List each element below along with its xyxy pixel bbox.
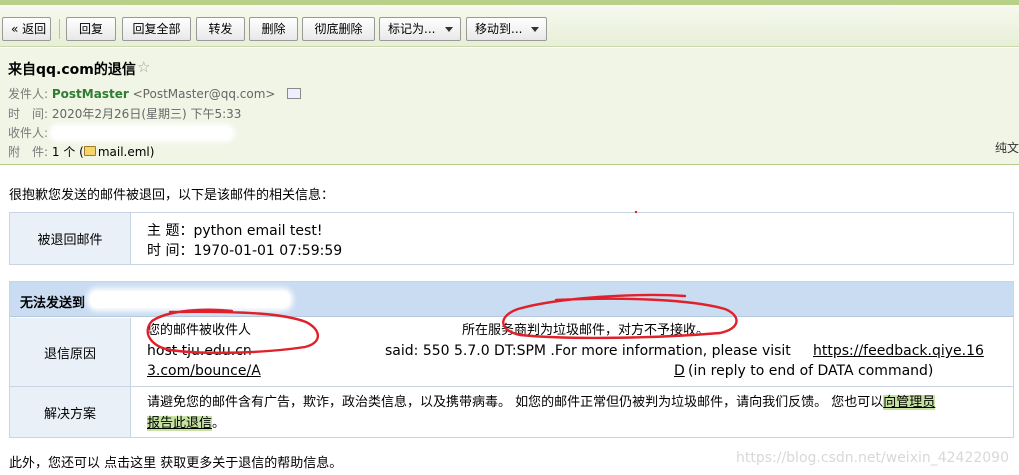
- reason-content: 您的邮件被收件人 所在服务商判为垃圾邮件，对方不予接收。 host tju.ed…: [132, 321, 1002, 381]
- time-label: 时 间:: [8, 107, 49, 121]
- time-row: 时 间: 2020年2月26日(星期三) 下午5:33: [8, 105, 241, 122]
- move-to-dropdown[interactable]: 移动到...: [466, 17, 547, 41]
- solution-end: 。: [212, 416, 226, 431]
- attachment-row: 附 件: 1 个 ( mail.eml): [8, 143, 154, 160]
- solution-label: 解决方案: [10, 387, 131, 437]
- reason-label: 退信原因: [10, 318, 131, 386]
- reply-button[interactable]: 回复: [66, 17, 116, 41]
- back-button[interactable]: « 返回: [2, 17, 51, 41]
- delete-permanently-button[interactable]: 彻底删除: [302, 17, 375, 41]
- reason-text-a: 您的邮件被收件人: [147, 323, 252, 338]
- star-icon[interactable]: ☆: [137, 58, 150, 76]
- reason-text-b: 所在服务商判为垃圾邮件，对方不予接收。: [462, 323, 710, 338]
- redacted-recipient: [51, 127, 232, 139]
- time-value: 2020年2月26日(星期三) 下午5:33: [51, 107, 242, 121]
- reason-host: host tju.edu.cn: [147, 343, 252, 359]
- attachment-icon: [83, 146, 96, 156]
- plain-text-toggle[interactable]: 纯文: [995, 139, 1019, 156]
- mail-header: 来自qq.com的退信 ☆ 发件人: PostMaster <PostMaste…: [0, 48, 1019, 165]
- redacted-address: [90, 291, 290, 308]
- reason-smtp: said: 550 5.7.0 DT:SPM .For more informa…: [385, 343, 791, 359]
- move-to-label: 移动到...: [475, 22, 523, 36]
- forward-button[interactable]: 转发: [196, 17, 245, 41]
- undeliverable-label: 无法发送到: [20, 296, 86, 311]
- report-admin-link[interactable]: 向管理员: [883, 395, 936, 410]
- returned-time: 时 间：1970-01-01 07:59:59: [147, 243, 343, 259]
- sender-row: 发件人: PostMaster <PostMaster@qq.com>: [8, 85, 302, 102]
- feedback-link-part1[interactable]: https://feedback.qiye.16: [813, 341, 984, 361]
- feedback-link-tail[interactable]: D: [674, 361, 685, 381]
- recipient-row: 收件人:: [8, 124, 232, 141]
- solution-text: 请避免您的邮件含有广告，欺诈，政治类信息，以及携带病毒。 如您的邮件正常但仍被判…: [147, 395, 884, 410]
- sender-label: 发件人:: [8, 87, 49, 101]
- redacted-link: [265, 364, 665, 378]
- delete-button[interactable]: 删除: [249, 17, 298, 41]
- mail-subject: 来自qq.com的退信: [8, 62, 136, 78]
- sender-address: <PostMaster@qq.com>: [132, 87, 276, 101]
- attachment-file[interactable]: mail.eml: [98, 145, 150, 159]
- footer-suffix: 获取更多关于退信的帮助信息。: [156, 456, 343, 471]
- reason-line-1: 您的邮件被收件人 所在服务商判为垃圾邮件，对方不予接收。: [147, 321, 1002, 341]
- bounce-intro: 很抱歉您发送的邮件被退回，以下是该邮件的相关信息：: [9, 188, 335, 203]
- attachment-label: 附 件:: [8, 145, 49, 159]
- report-bounce-link[interactable]: 报告此退信: [147, 416, 213, 431]
- feedback-link-part2[interactable]: 3.com/bounce/A: [147, 363, 261, 379]
- mail-toolbar: « 返回 回复 回复全部 转发 删除 彻底删除 标记为... 移动到...: [0, 5, 1019, 47]
- solution-content: 请避免您的邮件含有广告，欺诈，政治类信息，以及携带病毒。 如您的邮件正常但仍被判…: [132, 392, 1002, 434]
- reason-line-2: host tju.edu.cn said: 550 5.7.0 DT:SPM .…: [147, 341, 1002, 361]
- reason-line-3: 3.com/bounce/A D (in reply to end of DAT…: [147, 361, 1002, 381]
- redacted-host: [255, 344, 385, 358]
- returned-mail-table: 被退回邮件 主 题：python email test! 时 间：1970-01…: [9, 212, 1014, 265]
- row-divider: [10, 386, 1013, 387]
- attachment-count: 1 个 (: [51, 145, 84, 159]
- footer-prefix: 此外，您还可以: [9, 456, 105, 471]
- watermark: https://blog.csdn.net/weixin_42422090: [735, 450, 1009, 466]
- returned-mail-label: 被退回邮件: [10, 213, 131, 264]
- help-footer: 此外，您还可以 点击这里 获取更多关于退信的帮助信息。: [9, 452, 342, 471]
- returned-subject: 主 题：python email test!: [147, 223, 323, 239]
- bounce-details-table: 无法发送到 退信原因 您的邮件被收件人 所在服务商判为垃圾邮件，对方不予接收。 …: [9, 281, 1014, 438]
- sender-name[interactable]: PostMaster: [52, 87, 129, 101]
- reason-line-end: (in reply to end of DATA command): [688, 363, 934, 379]
- help-link[interactable]: 点击这里: [104, 456, 156, 471]
- mark-as-dropdown[interactable]: 标记为...: [379, 17, 461, 41]
- chevron-down-icon: [445, 27, 453, 32]
- contact-card-icon[interactable]: [287, 88, 302, 99]
- recipient-label: 收件人:: [8, 126, 49, 140]
- undeliverable-header: 无法发送到: [10, 282, 1013, 317]
- toolbar-separator: [59, 19, 60, 39]
- chevron-down-icon: [531, 27, 539, 32]
- mark-as-label: 标记为...: [388, 22, 436, 36]
- attachment-close: ): [149, 145, 155, 159]
- returned-mail-details: 主 题：python email test! 时 间：1970-01-01 07…: [132, 221, 1013, 261]
- reply-all-button[interactable]: 回复全部: [122, 17, 191, 41]
